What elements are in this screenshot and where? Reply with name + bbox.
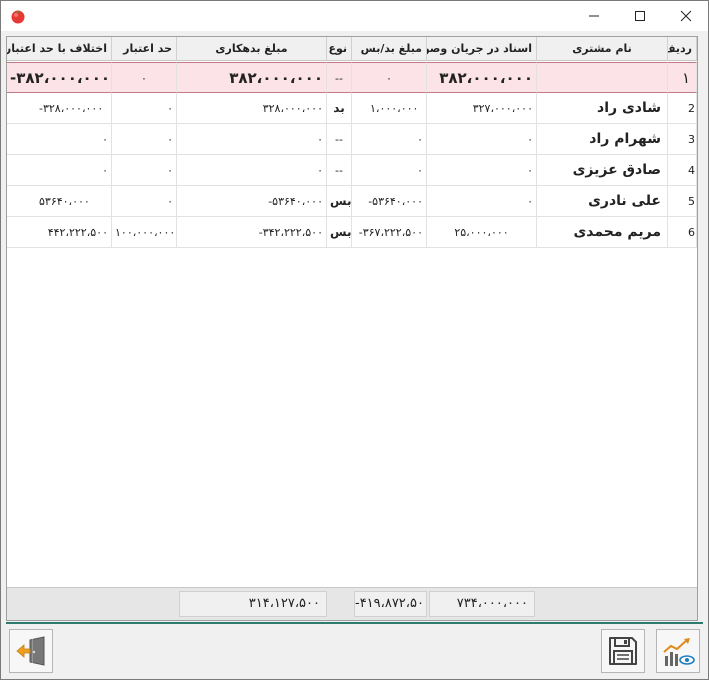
total-debt: ۳۱۴،۱۲۷،۵۰۰	[179, 591, 327, 617]
table-row[interactable]: ۵۳۶۴۰،۰۰۰ ۰ -۵۳۶۴۰،۰۰۰ بس -۵۳۶۴۰،۰۰۰ ۰ ع…	[7, 186, 697, 217]
cell-index: 6	[668, 217, 697, 248]
cell-balance: ۱،۰۰۰،۰۰۰	[352, 93, 427, 124]
app-window: اختلاف با حد اعتبار حد اعتبار مبلغ بدهکا…	[0, 0, 709, 680]
toolbar-divider	[6, 622, 703, 624]
cell-balance: ۰	[352, 155, 427, 186]
cell-index: 3	[668, 124, 697, 155]
customers-grid[interactable]: اختلاف با حد اعتبار حد اعتبار مبلغ بدهکا…	[6, 36, 698, 621]
close-button[interactable]	[663, 1, 709, 31]
close-icon	[680, 10, 692, 22]
totals-bar: ۳۱۴،۱۲۷،۵۰۰ -۴۱۹،۸۷۲،۵۰۰ ۷۳۴،۰۰۰،۰۰۰	[7, 587, 697, 620]
col-header-debt[interactable]: مبلغ بدهکاری	[177, 37, 327, 61]
table-row[interactable]: ۰ ۰ ۰ -- ۰ ۰ شهرام راد 3	[7, 124, 697, 155]
report-chart-button[interactable]	[656, 629, 700, 673]
total-checks: ۷۳۴،۰۰۰،۰۰۰	[429, 591, 535, 617]
cell-index: 4	[668, 155, 697, 186]
cell-checks: ۰	[427, 186, 537, 217]
minimize-button[interactable]	[571, 1, 617, 31]
cell-checks: ۳۸۲،۰۰۰،۰۰۰	[427, 62, 537, 93]
cell-type: بد	[327, 93, 352, 124]
cell-balance: -۳۶۷،۲۲۲،۵۰۰	[352, 217, 427, 248]
cell-diff: ۰	[7, 155, 112, 186]
cell-customer: مریم محمدی	[537, 217, 668, 248]
cell-debt: ۳۸۲،۰۰۰،۰۰۰	[177, 62, 327, 93]
title-bar	[1, 1, 708, 31]
cell-checks: ۲۵،۰۰۰،۰۰۰	[427, 217, 537, 248]
maximize-icon	[635, 11, 645, 21]
cell-balance: ۰	[352, 124, 427, 155]
cell-checks: ۰	[427, 155, 537, 186]
cell-debt: -۵۳۶۴۰،۰۰۰	[177, 186, 327, 217]
cell-diff: -۳۸۲،۰۰۰،۰۰۰	[7, 62, 112, 93]
cell-type: بس	[327, 186, 352, 217]
chart-eye-icon	[663, 638, 695, 666]
cell-customer: علی نادری	[537, 186, 668, 217]
cell-index: ۱	[668, 62, 697, 93]
cell-type: --	[327, 62, 352, 93]
table-row[interactable]: ۰ ۰ ۰ -- ۰ ۰ صادق عزیزی 4	[7, 155, 697, 186]
cell-debt: -۳۴۲،۲۲۲،۵۰۰	[177, 217, 327, 248]
table-row-summary[interactable]: -۳۸۲،۰۰۰،۰۰۰ ۰ ۳۸۲،۰۰۰،۰۰۰ -- ۰ ۳۸۲،۰۰۰،…	[7, 62, 697, 93]
minimize-icon	[589, 15, 599, 17]
exit-door-icon	[16, 636, 45, 666]
col-header-diff[interactable]: اختلاف با حد اعتبار	[7, 37, 112, 61]
cell-checks: ۳۲۷،۰۰۰،۰۰۰	[427, 93, 537, 124]
col-header-customer[interactable]: نام مشتری	[537, 37, 668, 61]
cell-balance: -۵۳۶۴۰،۰۰۰	[352, 186, 427, 217]
cell-type: --	[327, 155, 352, 186]
save-button[interactable]	[601, 629, 645, 673]
cell-debt: ۳۲۸،۰۰۰،۰۰۰	[177, 93, 327, 124]
cell-checks: ۰	[427, 124, 537, 155]
table-row[interactable]: ۴۴۲،۲۲۲،۵۰۰ ۱۰۰،۰۰۰،۰۰۰ -۳۴۲،۲۲۲،۵۰۰ بس …	[7, 217, 697, 248]
maximize-button[interactable]	[617, 1, 663, 31]
cell-type: --	[327, 124, 352, 155]
tomato-icon	[11, 10, 25, 24]
cell-limit: ۰	[112, 93, 177, 124]
cell-type: بس	[327, 217, 352, 248]
floppy-disk-icon	[609, 637, 637, 665]
col-header-index[interactable]: ردیف	[668, 37, 697, 61]
cell-diff: -۳۲۸،۰۰۰،۰۰۰	[7, 93, 112, 124]
col-header-type[interactable]: نوع	[327, 37, 352, 61]
cell-debt: ۰	[177, 155, 327, 186]
cell-index: 2	[668, 93, 697, 124]
cell-customer: شهرام راد	[537, 124, 668, 155]
cell-limit: ۱۰۰،۰۰۰،۰۰۰	[112, 217, 177, 248]
cell-limit: ۰	[112, 124, 177, 155]
cell-limit: ۰	[112, 186, 177, 217]
exit-button[interactable]	[9, 629, 53, 673]
cell-customer: صادق عزیزی	[537, 155, 668, 186]
col-header-checks[interactable]: اسناد در جریان وصول	[427, 37, 537, 61]
cell-debt: ۰	[177, 124, 327, 155]
cell-customer: شادی راد	[537, 93, 668, 124]
cell-index: 5	[668, 186, 697, 217]
cell-customer	[537, 62, 668, 93]
cell-limit: ۰	[112, 62, 177, 93]
cell-limit: ۰	[112, 155, 177, 186]
total-balance: -۴۱۹،۸۷۲،۵۰۰	[354, 591, 427, 617]
col-header-limit[interactable]: حد اعتبار	[112, 37, 177, 61]
table-row[interactable]: -۳۲۸،۰۰۰،۰۰۰ ۰ ۳۲۸،۰۰۰،۰۰۰ بد ۱،۰۰۰،۰۰۰ …	[7, 93, 697, 124]
cell-diff: ۴۴۲،۲۲۲،۵۰۰	[7, 217, 112, 248]
cell-diff: ۰	[7, 124, 112, 155]
cell-balance: ۰	[352, 62, 427, 93]
col-header-balance[interactable]: مبلغ بد/بس	[352, 37, 427, 61]
cell-diff: ۵۳۶۴۰،۰۰۰	[7, 186, 112, 217]
